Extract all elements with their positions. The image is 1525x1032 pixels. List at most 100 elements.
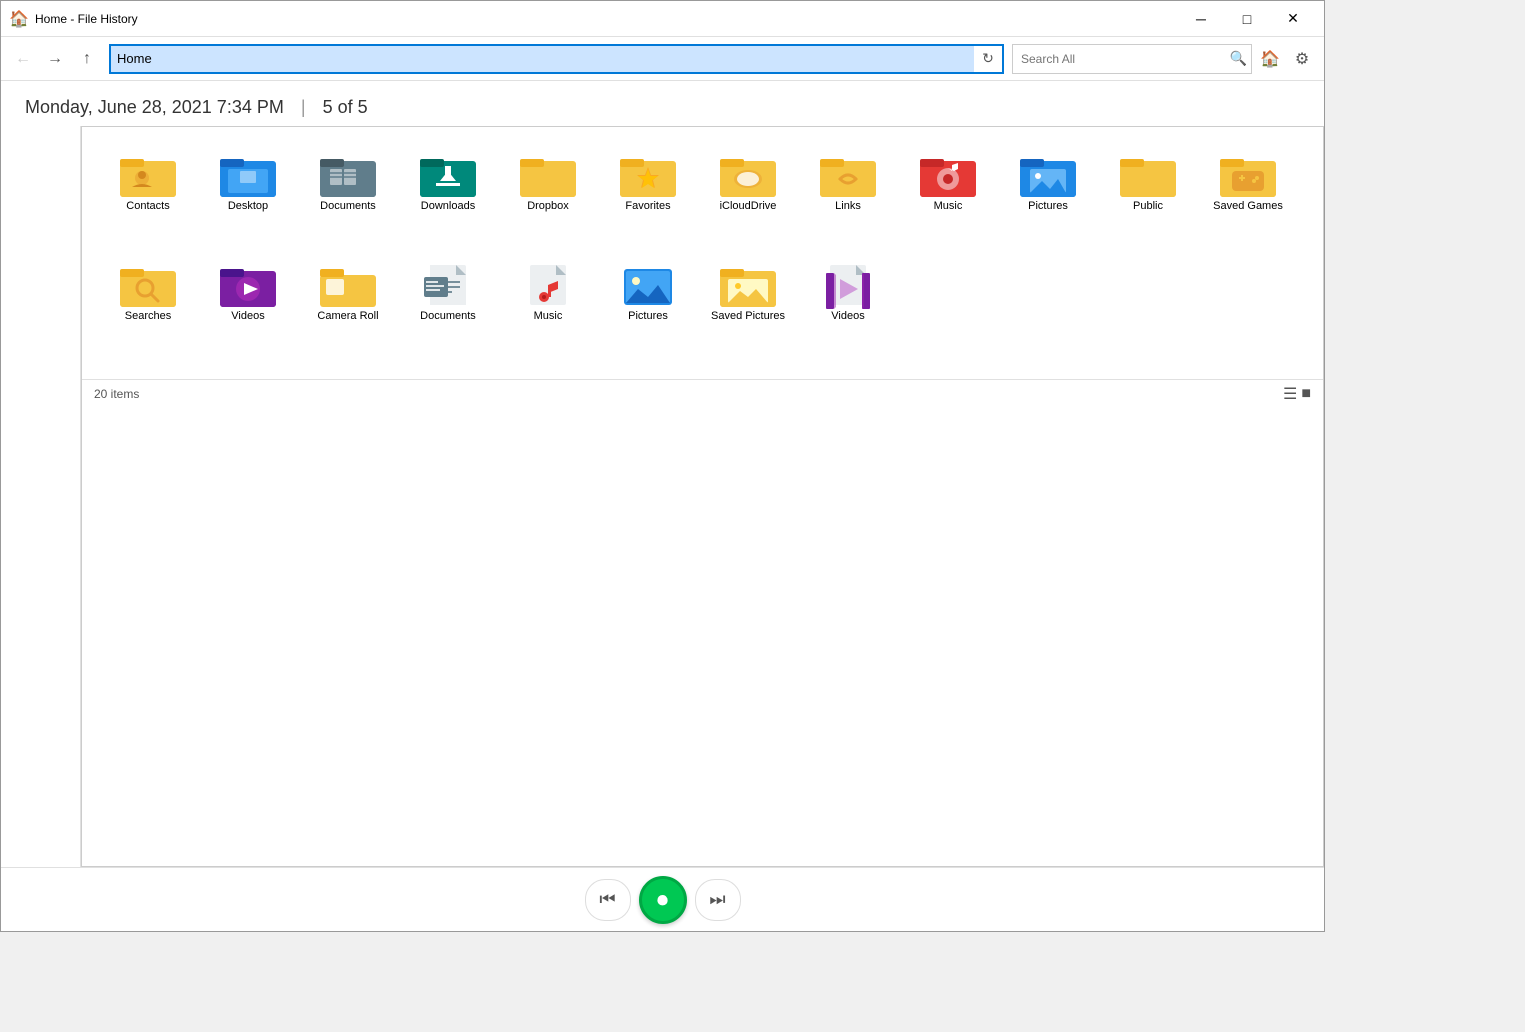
content-area: Monday, June 28, 2021 7:34 PM | 5 of 5: [1, 81, 1324, 867]
search-input[interactable]: [1017, 52, 1230, 66]
file-label: Contacts: [126, 199, 169, 213]
list-item[interactable]: Music: [498, 253, 598, 363]
previous-button[interactable]: ⏮: [590, 882, 626, 918]
list-item[interactable]: Videos: [198, 253, 298, 363]
list-item[interactable]: Links: [798, 143, 898, 253]
list-item[interactable]: Documents: [298, 143, 398, 253]
forward-button[interactable]: →: [41, 45, 69, 73]
file-label: Pictures: [628, 309, 668, 323]
file-label: Videos: [831, 309, 864, 323]
list-item[interactable]: Saved Games: [1198, 143, 1298, 253]
file-label: Links: [835, 199, 861, 213]
status-bar-right: ☰ ■: [1283, 384, 1311, 404]
list-item[interactable]: Searches: [98, 253, 198, 363]
nav-bar: ← → ↑ ↻ 🔍 🏠 ⚙: [1, 37, 1324, 81]
file-label: Saved Games: [1213, 199, 1283, 213]
icloud-folder-icon: [720, 151, 776, 199]
search-button[interactable]: 🔍: [1230, 50, 1247, 67]
next-button[interactable]: ⏭: [700, 882, 736, 918]
list-item[interactable]: Videos: [798, 253, 898, 363]
search-bar: 🔍: [1012, 44, 1252, 74]
refresh-button[interactable]: ↻: [974, 45, 1002, 73]
music-folder-icon: [920, 151, 976, 199]
file-label: Saved Pictures: [711, 309, 785, 323]
playback-bar: ⏮ ⏺ ⏭: [1, 867, 1324, 931]
minimize-button[interactable]: ─: [1178, 4, 1224, 34]
file-label: iCloudDrive: [720, 199, 777, 213]
links-folder-icon: [820, 151, 876, 199]
file-label: Downloads: [421, 199, 475, 213]
playback-controls-next: ⏭: [695, 879, 741, 921]
icon-view-button[interactable]: ■: [1301, 385, 1311, 403]
public-folder-icon: [1120, 151, 1176, 199]
address-bar: ↻: [109, 44, 1004, 74]
list-item[interactable]: Saved Pictures: [698, 253, 798, 363]
window-title: Home - File History: [35, 12, 1178, 26]
item-count: 20 items: [94, 387, 139, 401]
file-label: Pictures: [1028, 199, 1068, 213]
file-label: Documents: [320, 199, 376, 213]
list-item[interactable]: Camera Roll: [298, 253, 398, 363]
main-window: 🏠 Home - File History ─ □ ✕ ← → ↑ ↻ 🔍 🏠 …: [0, 0, 1325, 932]
favorites-folder-icon: [620, 151, 676, 199]
cameraroll-folder-icon: [320, 261, 376, 309]
list-item[interactable]: Documents: [398, 253, 498, 363]
left-panel: [1, 126, 81, 867]
app-icon: 🏠: [9, 9, 29, 29]
list-item[interactable]: Desktop: [198, 143, 298, 253]
videos-file-icon: [820, 261, 876, 309]
date-text: Monday, June 28, 2021 7:34 PM: [25, 97, 284, 117]
list-item[interactable]: Downloads: [398, 143, 498, 253]
searches-folder-icon: [120, 261, 176, 309]
pictures-folder-icon: [1020, 151, 1076, 199]
file-grid: Contacts Desktop: [82, 127, 1323, 379]
address-input[interactable]: [111, 46, 974, 72]
list-item[interactable]: iCloudDrive: [698, 143, 798, 253]
file-label: Camera Roll: [317, 309, 378, 323]
documents-file-icon: [420, 261, 476, 309]
dropbox-folder-icon: [520, 151, 576, 199]
file-label: Music: [534, 309, 563, 323]
downloads-folder-icon: [420, 151, 476, 199]
playback-controls: ⏮: [585, 879, 631, 921]
file-label: Documents: [420, 309, 476, 323]
savedgames-folder-icon: [1220, 151, 1276, 199]
status-bar: 20 items ☰ ■: [82, 379, 1323, 407]
file-label: Videos: [231, 309, 264, 323]
contacts-folder-icon: [120, 151, 176, 199]
up-button[interactable]: ↑: [73, 45, 101, 73]
file-grid-container[interactable]: Contacts Desktop: [81, 126, 1324, 867]
list-item[interactable]: Music: [898, 143, 998, 253]
date-bar: Monday, June 28, 2021 7:34 PM | 5 of 5: [1, 81, 1324, 126]
savedpictures-folder-icon: [720, 261, 776, 309]
restore-icon: ⏺: [657, 887, 668, 913]
file-label: Music: [934, 199, 963, 213]
list-item[interactable]: Favorites: [598, 143, 698, 253]
desktop-folder-icon: [220, 151, 276, 199]
version-text: 5 of 5: [323, 97, 368, 117]
list-item[interactable]: Contacts: [98, 143, 198, 253]
main-content: Contacts Desktop: [1, 126, 1324, 867]
separator: |: [301, 97, 306, 117]
list-item[interactable]: Pictures: [998, 143, 1098, 253]
back-button[interactable]: ←: [9, 45, 37, 73]
title-bar: 🏠 Home - File History ─ □ ✕: [1, 1, 1324, 37]
list-view-button[interactable]: ☰: [1283, 384, 1297, 404]
file-label: Public: [1133, 199, 1163, 213]
file-label: Dropbox: [527, 199, 569, 213]
maximize-button[interactable]: □: [1224, 4, 1270, 34]
close-button[interactable]: ✕: [1270, 4, 1316, 34]
file-label: Searches: [125, 309, 171, 323]
list-item[interactable]: Pictures: [598, 253, 698, 363]
file-label: Favorites: [625, 199, 670, 213]
list-item[interactable]: Dropbox: [498, 143, 598, 253]
file-label: Desktop: [228, 199, 268, 213]
documents-folder-icon: [320, 151, 376, 199]
settings-button[interactable]: ⚙: [1288, 45, 1316, 73]
restore-button[interactable]: ⏺: [639, 876, 687, 924]
pictures-file-icon: [620, 261, 676, 309]
home-button[interactable]: 🏠: [1256, 45, 1284, 73]
videos-folder-icon: [220, 261, 276, 309]
list-item[interactable]: Public: [1098, 143, 1198, 253]
window-controls: ─ □ ✕: [1178, 4, 1316, 34]
